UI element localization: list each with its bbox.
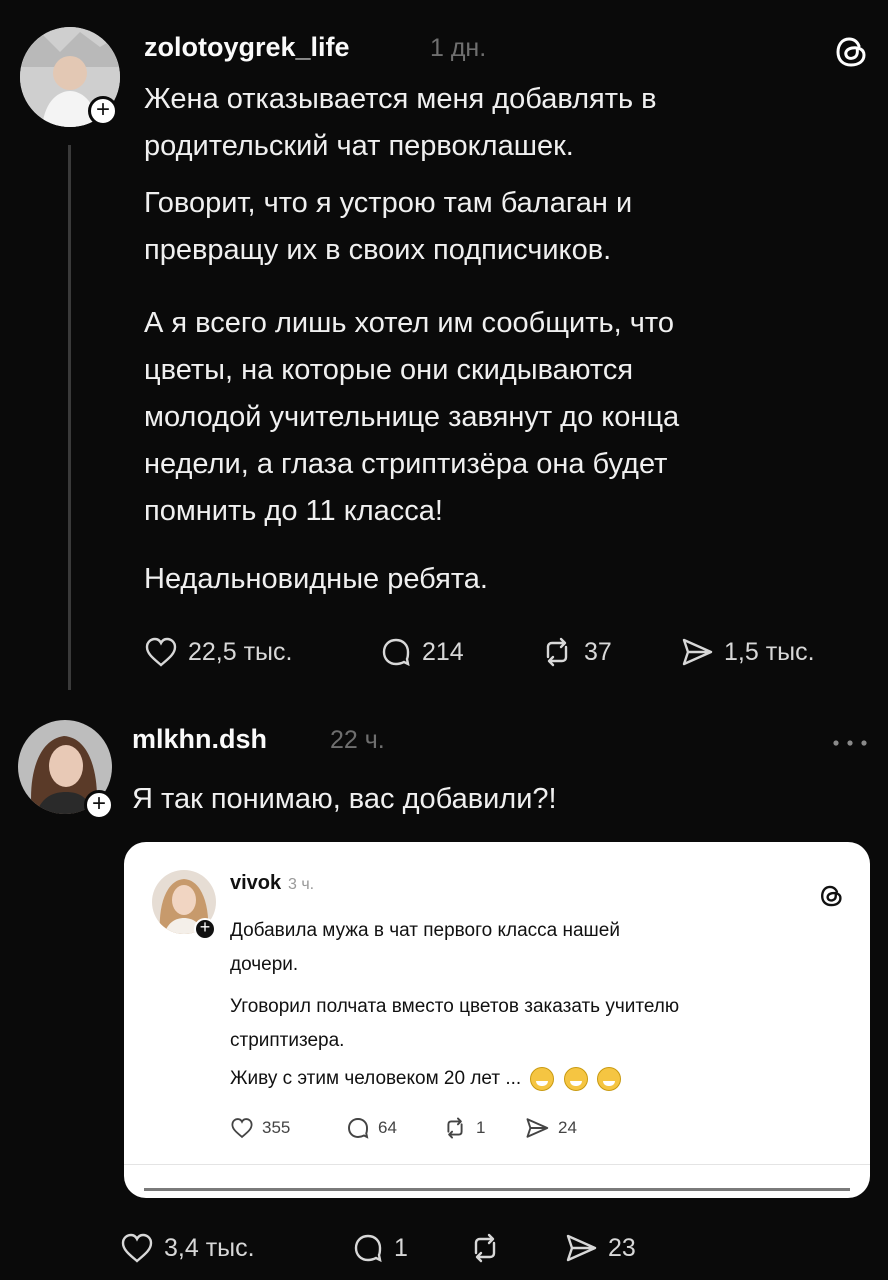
post-zolotoygrek: + zolotoygrek_life 1 дн. Жена отказывает… (0, 0, 888, 700)
sweat-smile-emoji (530, 1066, 555, 1091)
post-text-paragraph-4: Недальновидные ребята. (144, 563, 488, 595)
comment-button: 64 (346, 1116, 442, 1140)
comment-icon (354, 1234, 382, 1263)
repost-count: 1 (476, 1118, 486, 1137)
more-icon[interactable] (830, 736, 870, 748)
card-divider-next (144, 1188, 850, 1191)
like-button[interactable]: 22,5 тыс. (144, 636, 380, 668)
comment-icon (382, 638, 410, 667)
comment-text: Я так понимаю, вас добавили?! (132, 783, 557, 815)
like-count: 22,5 тыс. (188, 637, 293, 666)
repost-count: 37 (584, 637, 612, 666)
comment-button[interactable]: 214 (380, 636, 540, 668)
comment-count: 1 (394, 1233, 408, 1262)
comment-actions: 3,4 тыс. 1 23 (120, 1232, 636, 1264)
share-button[interactable]: 23 (564, 1233, 636, 1263)
quoted-post-image[interactable]: + vivok 3 ч. Добавила мужа в чат первого… (124, 842, 870, 1198)
follow-plus-icon[interactable]: + (88, 96, 118, 126)
like-count: 3,4 тыс. (164, 1233, 255, 1262)
threads-logo-icon (818, 882, 846, 910)
like-button: 355 (230, 1117, 346, 1139)
send-icon (566, 1234, 597, 1262)
send-icon (526, 1118, 549, 1138)
repost-button[interactable] (468, 1233, 564, 1263)
post-text-paragraph-2: Говорит, что я устрою там балаган и прев… (144, 187, 633, 266)
share-count: 23 (608, 1233, 636, 1262)
username[interactable]: mlkhn.dsh (132, 724, 267, 755)
comment-count: 214 (422, 637, 464, 666)
quoted-actions: 355 64 1 24 (230, 1116, 577, 1140)
heart-icon (231, 1118, 253, 1139)
send-icon (682, 638, 713, 666)
card-divider (124, 1164, 870, 1165)
post-actions: 22,5 тыс. 214 37 1,5 тыс. (144, 636, 815, 668)
share-button[interactable]: 1,5 тыс. (680, 637, 815, 667)
comment-button[interactable]: 1 (352, 1232, 468, 1264)
repost-button: 1 (442, 1117, 524, 1139)
heart-icon (121, 1233, 153, 1263)
sweat-smile-emoji (597, 1066, 622, 1091)
quoted-username: vivok (230, 872, 282, 894)
post-text-paragraph-1: Жена отказывается меня добавлять в родит… (144, 83, 657, 162)
repost-icon (546, 637, 568, 667)
post-text-paragraph-3: А я всего лишь хотел им сообщить, что цв… (144, 307, 680, 527)
quoted-text: Добавила мужа в чат первого класса нашей… (230, 920, 680, 1091)
share-button: 24 (524, 1117, 577, 1139)
share-count: 1,5 тыс. (724, 637, 815, 666)
username[interactable]: zolotoygrek_life (144, 32, 350, 63)
comment-count: 64 (378, 1118, 397, 1137)
heart-icon (145, 637, 177, 667)
comment-icon (348, 1118, 369, 1139)
repost-icon (447, 1117, 463, 1139)
post-mlkhn: + mlkhn.dsh 22 ч. Я так понимаю, вас доб… (0, 700, 888, 1280)
like-count: 355 (262, 1118, 291, 1137)
threads-logo-icon[interactable] (832, 32, 872, 72)
repost-button[interactable]: 37 (540, 637, 680, 667)
follow-plus-icon: + (194, 918, 216, 940)
repost-icon (474, 1233, 496, 1263)
thread-line (68, 145, 71, 690)
post-time: 22 ч. (330, 726, 385, 754)
like-button[interactable]: 3,4 тыс. (120, 1232, 352, 1264)
sweat-smile-emoji (563, 1066, 588, 1091)
follow-plus-icon[interactable]: + (84, 790, 114, 820)
post-time: 1 дн. (430, 34, 487, 62)
quoted-time: 3 ч. (288, 876, 315, 893)
share-count: 24 (558, 1118, 577, 1137)
